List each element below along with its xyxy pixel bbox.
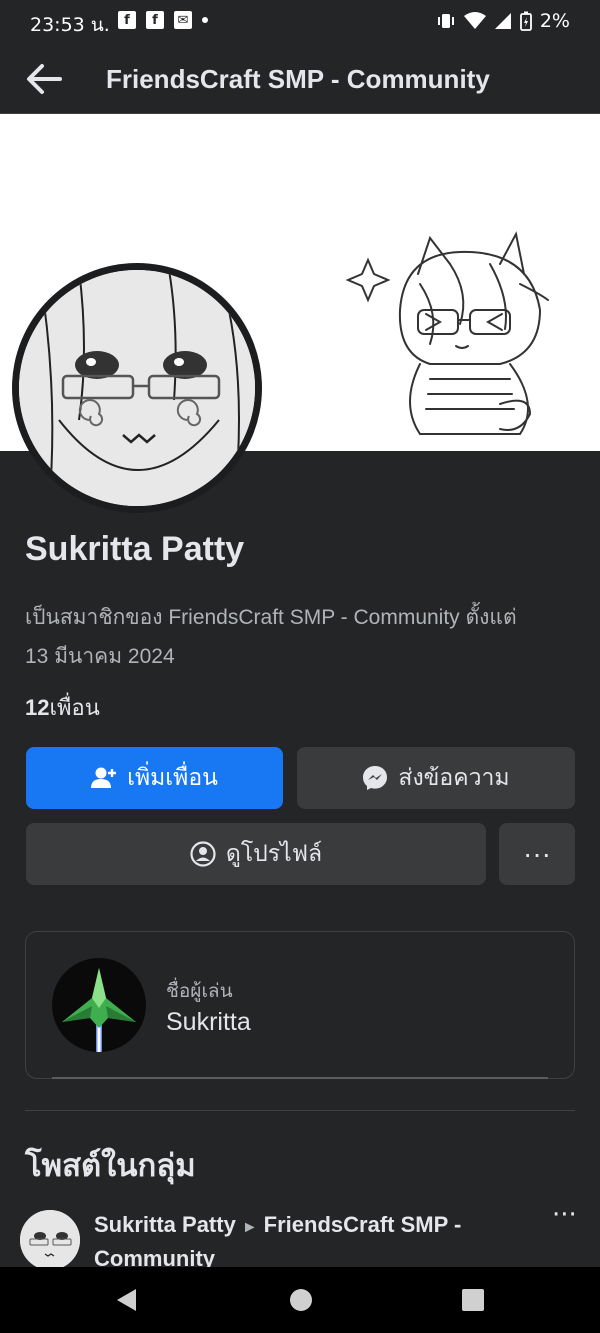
post-arrow: ►: [241, 1219, 258, 1236]
message-label: ส่งข้อความ: [398, 764, 510, 790]
add-person-icon: [91, 767, 117, 788]
post-header: Sukritta Patty ► FriendsCraft SMP - Commun…: [94, 1209, 534, 1274]
app-bar: FriendsCraft SMP - Community: [0, 44, 600, 114]
battery-percent: 2%: [539, 10, 570, 32]
post-more-button[interactable]: ···: [552, 1200, 577, 1230]
spaceship-icon: [62, 968, 136, 1052]
player-icon: [52, 958, 146, 1052]
notification-icons: f f ✉: [118, 11, 208, 29]
system-icons: 2%: [436, 10, 570, 32]
friends-count-number: 12: [25, 695, 50, 720]
signal-icon: [494, 13, 511, 29]
status-time: 23:53 น.: [30, 14, 110, 36]
status-bar: 23:53 น. f f ✉ 2%: [0, 0, 600, 44]
page-title: FriendsCraft SMP - Community: [106, 64, 490, 94]
profile-circle-icon: [190, 841, 216, 867]
more-icon: ···: [523, 838, 551, 869]
facebook-icon: f: [146, 11, 164, 29]
nav-back-icon[interactable]: [114, 1287, 140, 1313]
more-options-button[interactable]: ···: [499, 823, 575, 885]
add-friend-button[interactable]: เพิ่มเพื่อน: [26, 747, 283, 809]
friends-count[interactable]: 12เพื่อน: [25, 690, 100, 725]
card-underline: [52, 1077, 548, 1079]
author-portrait-illustration: [20, 1210, 80, 1270]
post-author-avatar[interactable]: [20, 1210, 80, 1270]
player-name-card: ชื่อผู้เล่น Sukritta: [25, 931, 575, 1079]
back-arrow-icon[interactable]: [24, 62, 64, 96]
profile-name: Sukritta Patty: [25, 530, 245, 568]
member-since-line1: เป็นสมาชิกของ FriendsCraft SMP - Communi…: [25, 606, 517, 629]
member-since-line2: 13 มีนาคม 2024: [25, 645, 175, 668]
messenger-icon: [363, 766, 388, 790]
member-since-text: เป็นสมาชิกของ FriendsCraft SMP - Communi…: [25, 598, 575, 676]
add-friend-label: เพิ่มเพื่อน: [127, 764, 218, 790]
facebook-icon: f: [118, 11, 136, 29]
player-name-value: Sukritta: [166, 1008, 251, 1036]
wifi-icon: [463, 12, 486, 29]
anime-portrait-illustration: [19, 270, 255, 506]
posts-section-title: โพสต์ในกลุ่ม: [25, 1148, 196, 1183]
mail-icon: ✉: [174, 11, 192, 29]
section-divider: [25, 1110, 575, 1111]
vibrate-icon: [437, 14, 454, 28]
view-profile-label: ดูโปรไฟล์: [225, 840, 323, 866]
nav-home-icon[interactable]: [288, 1287, 314, 1313]
system-navigation-bar: [0, 1267, 600, 1333]
message-button[interactable]: ส่งข้อความ: [297, 747, 575, 809]
profile-avatar[interactable]: [12, 263, 262, 513]
player-name-label: ชื่อผู้เล่น: [166, 981, 233, 1002]
battery-icon: [519, 11, 532, 31]
more-notifications-icon: [202, 17, 208, 23]
post-author-link[interactable]: Sukritta Patty: [94, 1212, 236, 1237]
friends-count-label: เพื่อน: [49, 695, 100, 720]
view-profile-button[interactable]: ดูโปรไฟล์: [26, 823, 486, 885]
nav-recents-icon[interactable]: [460, 1287, 486, 1313]
avatar-image: [19, 270, 255, 506]
